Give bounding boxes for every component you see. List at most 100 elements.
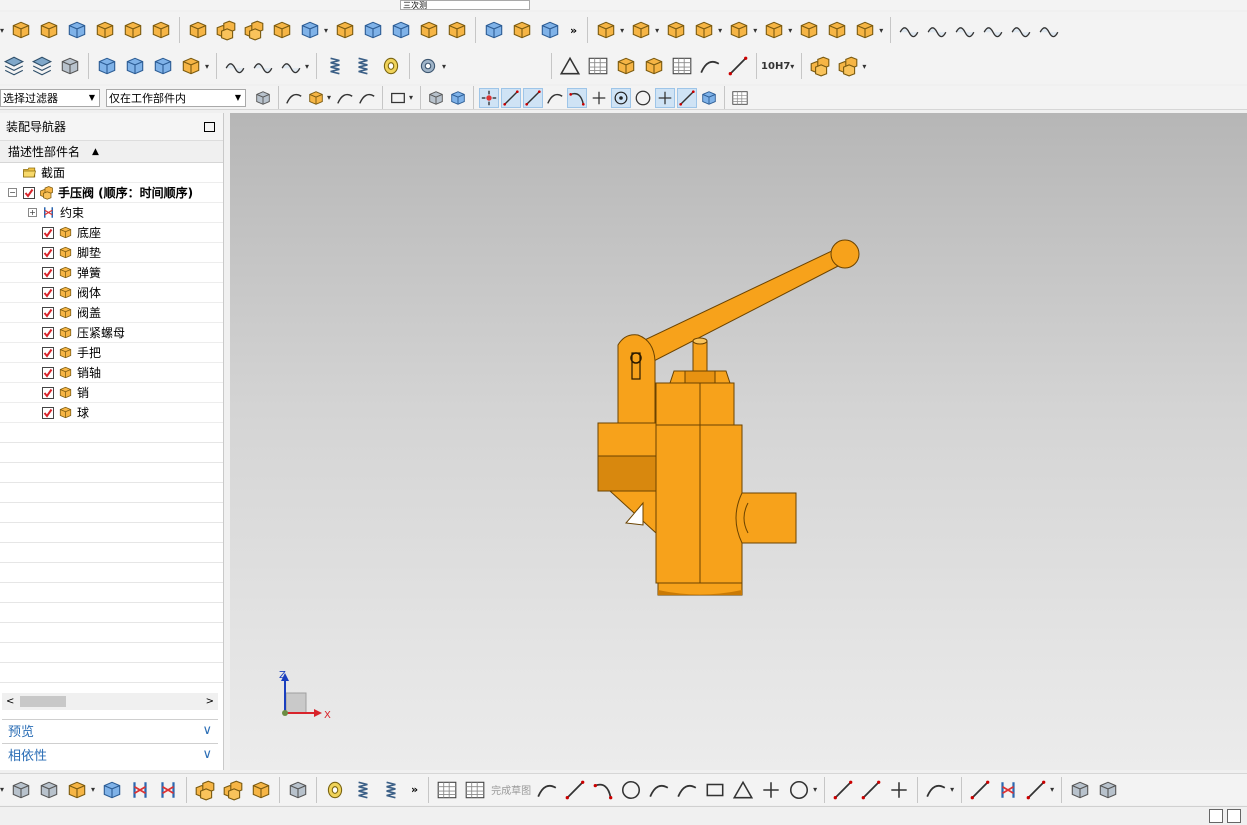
chevron-down-icon[interactable]: ▾: [655, 26, 659, 35]
view-orientation-combo[interactable]: 三次测: [400, 0, 530, 10]
selection-scope-combo[interactable]: 仅在工作部件内 ▼: [106, 88, 246, 107]
sheet-icon[interactable]: [538, 18, 562, 42]
wave-linker-icon[interactable]: [797, 18, 821, 42]
add-component-icon[interactable]: [594, 18, 618, 42]
chevron-down-icon[interactable]: ▾: [790, 62, 794, 71]
finish-sketch-flag-icon[interactable]: [463, 778, 487, 802]
mid-point-icon[interactable]: [523, 87, 544, 108]
new-component-icon[interactable]: [629, 18, 653, 42]
transform-icon[interactable]: [123, 54, 147, 78]
visibility-checkbox[interactable]: [42, 346, 54, 359]
cylinder-icon[interactable]: [323, 54, 347, 78]
tree-node-component[interactable]: 脚垫: [0, 243, 223, 263]
hole-icon[interactable]: [93, 18, 117, 42]
horizontal-scrollbar[interactable]: < >: [2, 693, 218, 710]
existing-point-icon[interactable]: [655, 87, 676, 108]
grid-icon[interactable]: [730, 88, 750, 108]
revolve-icon[interactable]: [37, 18, 61, 42]
expand-toggle[interactable]: +: [28, 208, 37, 217]
chevron-down-icon[interactable]: ▾: [327, 93, 331, 102]
styled-sweep-icon[interactable]: [1037, 18, 1061, 42]
spring-icon[interactable]: [351, 54, 375, 78]
circle-icon[interactable]: [619, 778, 643, 802]
swept-icon[interactable]: [953, 18, 977, 42]
edge-blend-icon[interactable]: [333, 18, 357, 42]
combine-icon[interactable]: [298, 18, 322, 42]
point-icon[interactable]: [759, 778, 783, 802]
chevron-down-icon[interactable]: ▾: [862, 62, 866, 71]
line-icon[interactable]: [563, 778, 587, 802]
gear-icon[interactable]: [416, 54, 440, 78]
show-hide-icon[interactable]: [426, 88, 446, 108]
rapid-dimension-icon[interactable]: [996, 778, 1020, 802]
visibility-checkbox[interactable]: [42, 246, 54, 259]
select-feature-icon[interactable]: [284, 88, 304, 108]
more-tools-icon[interactable]: »: [411, 783, 418, 796]
sketch-settings-icon[interactable]: [1068, 778, 1092, 802]
select-body-icon[interactable]: [357, 88, 377, 108]
assembly-variant-icon[interactable]: [836, 54, 860, 78]
pattern-feature-icon[interactable]: [242, 18, 266, 42]
collapse-toggle[interactable]: −: [8, 188, 17, 197]
visibility-checkbox[interactable]: [42, 306, 54, 319]
triangle-icon[interactable]: [558, 54, 582, 78]
dimension-icon[interactable]: [279, 54, 303, 78]
assembly-icon[interactable]: [808, 54, 832, 78]
fullscreen-icon[interactable]: [1227, 809, 1241, 823]
chevron-down-icon[interactable]: ▾: [879, 26, 883, 35]
move-object-icon[interactable]: [95, 54, 119, 78]
visibility-checkbox[interactable]: [42, 366, 54, 379]
move-component-icon[interactable]: [100, 778, 124, 802]
tree-node-component[interactable]: 销: [0, 383, 223, 403]
scroll-left-icon[interactable]: <: [6, 696, 14, 707]
tree-node-section[interactable]: 截面: [0, 163, 223, 183]
visibility-checkbox[interactable]: [42, 386, 54, 399]
chevron-down-icon[interactable]: ▾: [409, 93, 413, 102]
selection-scope-icon[interactable]: [1209, 809, 1223, 823]
preview-panel-header[interactable]: 预览 ∨: [2, 719, 218, 741]
coil-icon[interactable]: [379, 54, 403, 78]
chevron-down-icon[interactable]: ▾: [620, 26, 624, 35]
note-icon[interactable]: [670, 54, 694, 78]
more-tools-icon[interactable]: »: [570, 24, 577, 37]
trim-body-icon[interactable]: [445, 18, 469, 42]
pmi-icon[interactable]: [614, 54, 638, 78]
brush-icon[interactable]: [698, 54, 722, 78]
csys-icon[interactable]: [151, 54, 175, 78]
replace-icon[interactable]: [249, 778, 273, 802]
visibility-checkbox[interactable]: [42, 266, 54, 279]
chevron-down-icon[interactable]: ▾: [813, 785, 817, 794]
chevron-down-icon[interactable]: ▾: [753, 26, 757, 35]
studio-surface-icon[interactable]: [1009, 18, 1033, 42]
move-to-layer-icon[interactable]: [30, 54, 54, 78]
add-component-icon[interactable]: [65, 778, 89, 802]
shaded-icon[interactable]: [448, 88, 468, 108]
n-sided-icon[interactable]: [981, 18, 1005, 42]
selection-filter-combo[interactable]: 选择过滤器 ▼: [0, 88, 100, 107]
point-on-face-icon[interactable]: [699, 88, 719, 108]
visibility-checkbox[interactable]: [42, 226, 54, 239]
sort-ascending-icon[interactable]: ▲: [92, 147, 99, 157]
pattern-icon[interactable]: [186, 18, 210, 42]
visibility-checkbox[interactable]: [23, 186, 35, 199]
component-array-icon[interactable]: [727, 18, 751, 42]
quick-extend-icon[interactable]: [859, 778, 883, 802]
chevron-down-icon[interactable]: ▾: [305, 62, 309, 71]
mirror-icon[interactable]: [270, 18, 294, 42]
visibility-checkbox[interactable]: [42, 326, 54, 339]
shell-icon[interactable]: [389, 18, 413, 42]
fillet-icon[interactable]: [647, 778, 671, 802]
component-group-icon[interactable]: [37, 778, 61, 802]
arc-center-icon[interactable]: [611, 87, 632, 108]
assembly-constraint-icon[interactable]: [692, 18, 716, 42]
offset-face-icon[interactable]: [482, 18, 506, 42]
column-header-description[interactable]: 描述性部件名 ▲: [0, 141, 223, 163]
make-corner-icon[interactable]: [887, 778, 911, 802]
array-icon[interactable]: [214, 18, 238, 42]
chevron-down-icon[interactable]: ▾: [442, 62, 446, 71]
harness-icon[interactable]: [379, 778, 403, 802]
quick-trim-icon[interactable]: [831, 778, 855, 802]
extrude-icon[interactable]: [9, 18, 33, 42]
curve-icon[interactable]: [223, 54, 247, 78]
tree-node-component[interactable]: 弹簧: [0, 263, 223, 283]
